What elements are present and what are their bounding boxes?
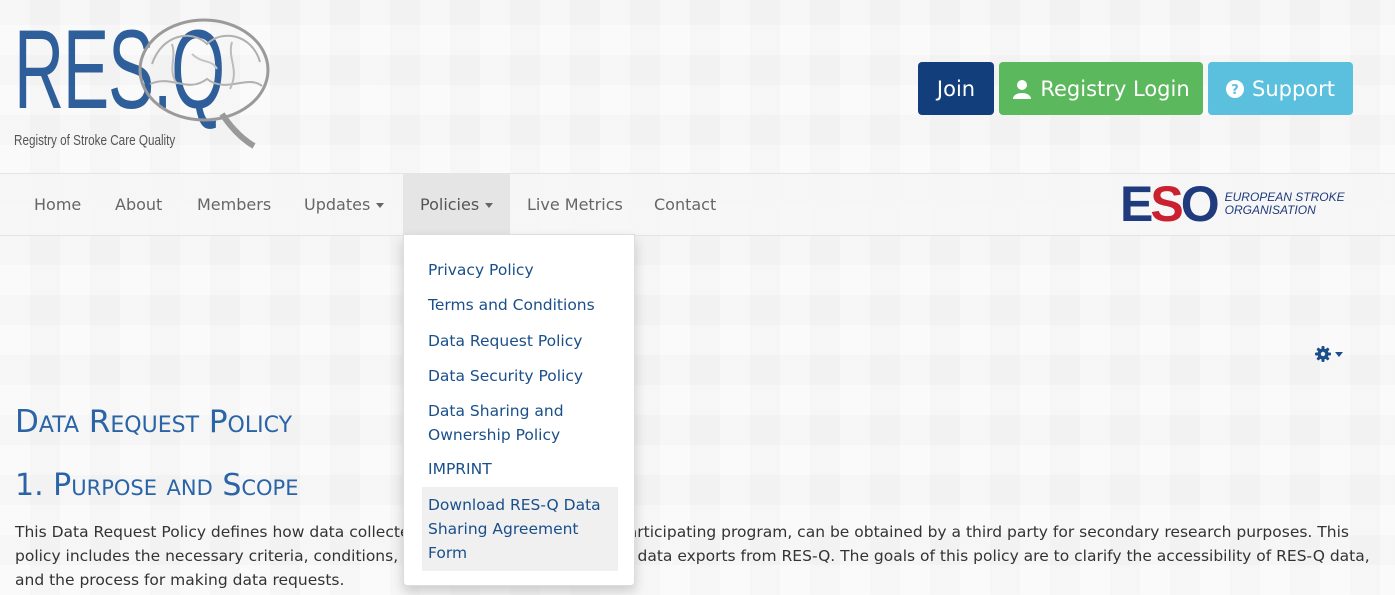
eso-letters: ESO — [1120, 176, 1220, 232]
eso-tagline-line2: ORGANISATION — [1224, 203, 1316, 217]
menu-item-download-agreement-form[interactable]: Download RES-Q Data Sharing Agreement Fo… — [422, 487, 618, 571]
section-title: 1. Purpose and Scope — [15, 468, 299, 503]
menu-item-terms-and-conditions[interactable]: Terms and Conditions — [422, 293, 618, 317]
join-label: Join — [936, 76, 976, 101]
nav-contact[interactable]: Contact — [637, 174, 733, 235]
main-navbar: Home About Members Updates Policies Live… — [0, 173, 1395, 236]
nav-updates-label: Updates — [304, 195, 371, 214]
menu-item-data-request-policy[interactable]: Data Request Policy — [422, 329, 618, 353]
eso-logo[interactable]: ESO EUROPEAN STROKE ORGANISATION — [1120, 174, 1345, 234]
policy-paragraph: This Data Request Policy defines how dat… — [15, 523, 1370, 589]
menu-item-data-sharing-policy[interactable]: Data Sharing and Ownership Policy — [422, 399, 618, 447]
caret-down-icon — [376, 203, 385, 208]
nav-home[interactable]: Home — [17, 174, 98, 235]
join-button[interactable]: Join — [918, 62, 994, 115]
nav-about-label: About — [115, 195, 163, 214]
site-logo[interactable]: RES.Q Registry of Stroke Care Quality — [14, 14, 284, 154]
nav-members[interactable]: Members — [180, 174, 288, 235]
nav-live-metrics[interactable]: Live Metrics — [510, 174, 640, 235]
caret-down-icon — [1335, 351, 1343, 357]
nav-contact-label: Contact — [654, 195, 717, 214]
caret-down-icon — [485, 203, 494, 208]
nav-policies-label: Policies — [420, 195, 480, 214]
menu-item-privacy-policy[interactable]: Privacy Policy — [422, 258, 618, 282]
support-label: Support — [1251, 76, 1335, 101]
menu-item-imprint[interactable]: IMPRINT — [422, 457, 618, 481]
support-button[interactable]: ? Support — [1208, 62, 1353, 115]
nav-policies[interactable]: Policies — [403, 174, 511, 235]
registry-login-label: Registry Login — [1040, 76, 1190, 101]
logo-subtitle: Registry of Stroke Care Quality — [14, 132, 176, 149]
page-tools-menu[interactable] — [1315, 346, 1343, 362]
nav-about[interactable]: About — [98, 174, 179, 235]
page-title: Data Request Policy — [15, 404, 293, 440]
nav-live-metrics-label: Live Metrics — [527, 195, 623, 214]
user-icon — [1013, 79, 1032, 99]
nav-home-label: Home — [34, 195, 82, 214]
eso-tagline: EUROPEAN STROKE ORGANISATION — [1225, 191, 1345, 217]
svg-text:?: ? — [1231, 83, 1239, 98]
policies-dropdown-menu: Privacy Policy Terms and Conditions Data… — [403, 234, 635, 586]
nav-updates[interactable]: Updates — [287, 174, 401, 235]
nav-members-label: Members — [197, 195, 272, 214]
question-circle-icon: ? — [1225, 79, 1244, 98]
menu-item-data-security-policy[interactable]: Data Security Policy — [422, 364, 618, 388]
registry-login-button[interactable]: Registry Login — [999, 62, 1203, 115]
gear-icon — [1315, 346, 1331, 362]
